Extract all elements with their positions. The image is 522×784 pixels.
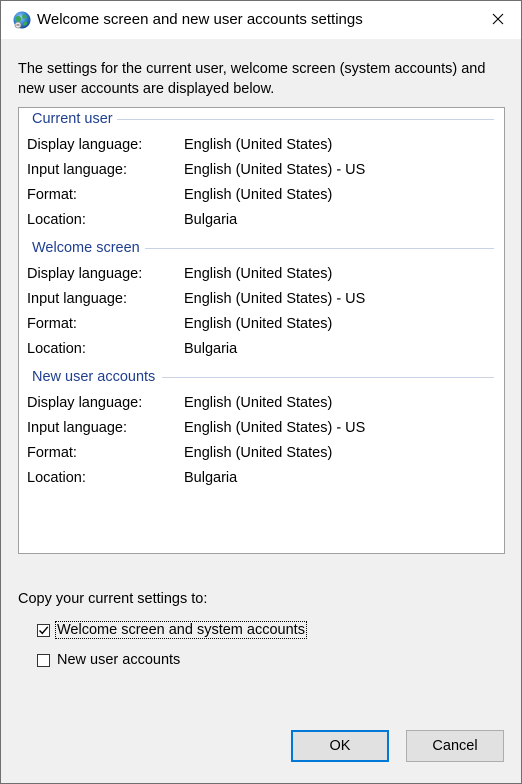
section-divider bbox=[145, 248, 494, 249]
section-header-welcome-screen: Welcome screen bbox=[32, 240, 140, 256]
row-label: Input language: bbox=[27, 420, 127, 436]
row-label: Location: bbox=[27, 212, 86, 228]
welcome-screen-checkbox[interactable] bbox=[37, 623, 50, 637]
globe-icon bbox=[12, 10, 32, 30]
section-divider bbox=[117, 119, 494, 120]
row-label: Format: bbox=[27, 445, 77, 461]
row-value: English (United States) bbox=[184, 137, 333, 153]
intro-text: The settings for the current user, welco… bbox=[18, 61, 486, 97]
row-value: English (United States) bbox=[184, 395, 333, 411]
row-label: Location: bbox=[27, 341, 86, 357]
row-value: English (United States) - US bbox=[184, 162, 366, 178]
welcome-screen-checkbox-label[interactable]: Welcome screen and system accounts bbox=[55, 621, 307, 639]
row-value: English (United States) bbox=[184, 316, 333, 332]
section-header-current-user: Current user bbox=[32, 111, 113, 127]
row-value: Bulgaria bbox=[184, 470, 238, 486]
row-value: English (United States) - US bbox=[184, 420, 366, 436]
row-value: English (United States) - US bbox=[184, 291, 366, 307]
ok-button[interactable]: OK bbox=[291, 730, 389, 762]
section-header-new-user-accounts: New user accounts bbox=[32, 369, 156, 385]
new-user-accounts-checkbox-row[interactable]: New user accounts bbox=[37, 650, 181, 670]
row-value: Bulgaria bbox=[184, 212, 238, 228]
row-label: Display language: bbox=[27, 395, 143, 411]
section-divider bbox=[162, 377, 494, 378]
dialog-window: Welcome screen and new user accounts set… bbox=[0, 0, 522, 784]
row-label: Format: bbox=[27, 187, 77, 203]
row-label: Display language: bbox=[27, 266, 143, 282]
new-user-accounts-checkbox-label[interactable]: New user accounts bbox=[56, 652, 181, 668]
cancel-button[interactable]: Cancel bbox=[406, 730, 504, 762]
row-label: Format: bbox=[27, 316, 77, 332]
title-bar: Welcome screen and new user accounts set… bbox=[1, 1, 521, 39]
welcome-screen-checkbox-row[interactable]: Welcome screen and system accounts bbox=[37, 620, 307, 640]
row-value: English (United States) bbox=[184, 187, 333, 203]
row-label: Location: bbox=[27, 470, 86, 486]
copy-settings-label: Copy your current settings to: bbox=[18, 591, 208, 607]
settings-panel: Current user Display language: English (… bbox=[18, 107, 505, 554]
close-icon bbox=[492, 12, 504, 28]
row-value: Bulgaria bbox=[184, 341, 238, 357]
close-button[interactable] bbox=[475, 1, 521, 39]
new-user-accounts-checkbox[interactable] bbox=[37, 653, 50, 667]
window-title: Welcome screen and new user accounts set… bbox=[37, 11, 363, 28]
row-label: Input language: bbox=[27, 291, 127, 307]
row-value: English (United States) bbox=[184, 266, 333, 282]
row-label: Display language: bbox=[27, 137, 143, 153]
row-value: English (United States) bbox=[184, 445, 333, 461]
row-label: Input language: bbox=[27, 162, 127, 178]
